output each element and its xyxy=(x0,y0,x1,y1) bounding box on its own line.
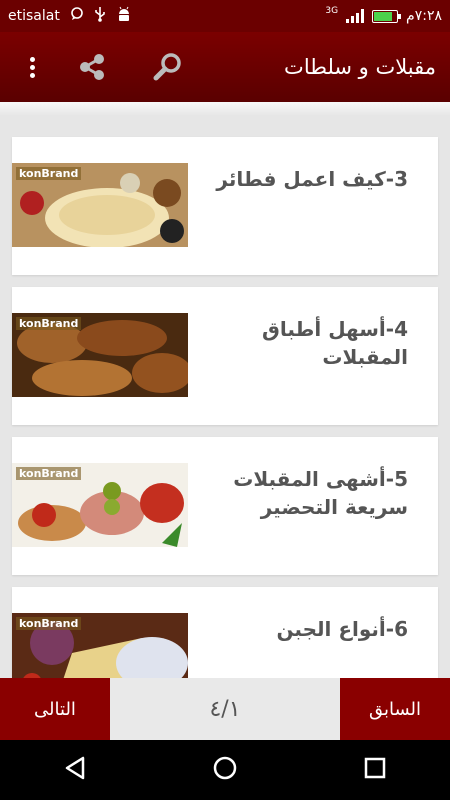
list-item[interactable]: konBrand 4-أسهل أطباق المقبلات xyxy=(12,287,438,425)
next-button[interactable]: التالى xyxy=(0,678,110,740)
system-navigation-bar xyxy=(0,740,450,800)
article-thumbnail: konBrand xyxy=(12,313,188,397)
app-bar: مقبلات و سلطات xyxy=(0,32,450,102)
brand-watermark: konBrand xyxy=(16,467,82,480)
pagination-bar: التالى ٤/١ السابق xyxy=(0,678,450,740)
brand-watermark: konBrand xyxy=(16,617,82,630)
signal-icon xyxy=(346,9,365,23)
article-list: konBrand 3-كيف اعمل فطائر konBrand 4-أسه… xyxy=(12,137,438,737)
recents-icon[interactable] xyxy=(361,754,389,786)
status-bar: etisalat 3G ٧:٢٨م xyxy=(0,0,450,32)
android-icon xyxy=(116,6,132,26)
more-vert-icon[interactable] xyxy=(14,49,50,85)
carrier-label: etisalat xyxy=(8,8,60,24)
brand-watermark: konBrand xyxy=(16,317,82,330)
page-title: مقبلات و سلطات xyxy=(284,55,436,79)
search-icon[interactable] xyxy=(150,49,186,85)
article-thumbnail: konBrand xyxy=(12,163,188,247)
previous-button[interactable]: السابق xyxy=(340,678,450,740)
app-bar-shadow xyxy=(0,102,450,116)
back-icon[interactable] xyxy=(61,754,89,786)
usb-icon xyxy=(94,6,106,26)
article-title: 5-أشهى المقبلات سريعة التحضير xyxy=(233,467,408,519)
page-indicator: ٤/١ xyxy=(110,678,340,740)
clock: ٧:٢٨م xyxy=(406,8,442,24)
article-thumbnail: konBrand xyxy=(12,463,188,547)
list-item[interactable]: konBrand 3-كيف اعمل فطائر xyxy=(12,137,438,275)
home-icon[interactable] xyxy=(211,754,239,786)
brand-watermark: konBrand xyxy=(16,167,82,180)
network-type: 3G xyxy=(325,6,339,16)
article-title: 3-كيف اعمل فطائر xyxy=(216,167,408,191)
share-icon[interactable] xyxy=(74,49,110,85)
article-title: 6-أنواع الجبن xyxy=(276,617,408,641)
battery-icon xyxy=(372,9,402,23)
chat-icon xyxy=(70,7,84,25)
article-title: 4-أسهل أطباق المقبلات xyxy=(261,317,408,369)
list-item[interactable]: konBrand 5-أشهى المقبلات سريعة التحضير xyxy=(12,437,438,575)
